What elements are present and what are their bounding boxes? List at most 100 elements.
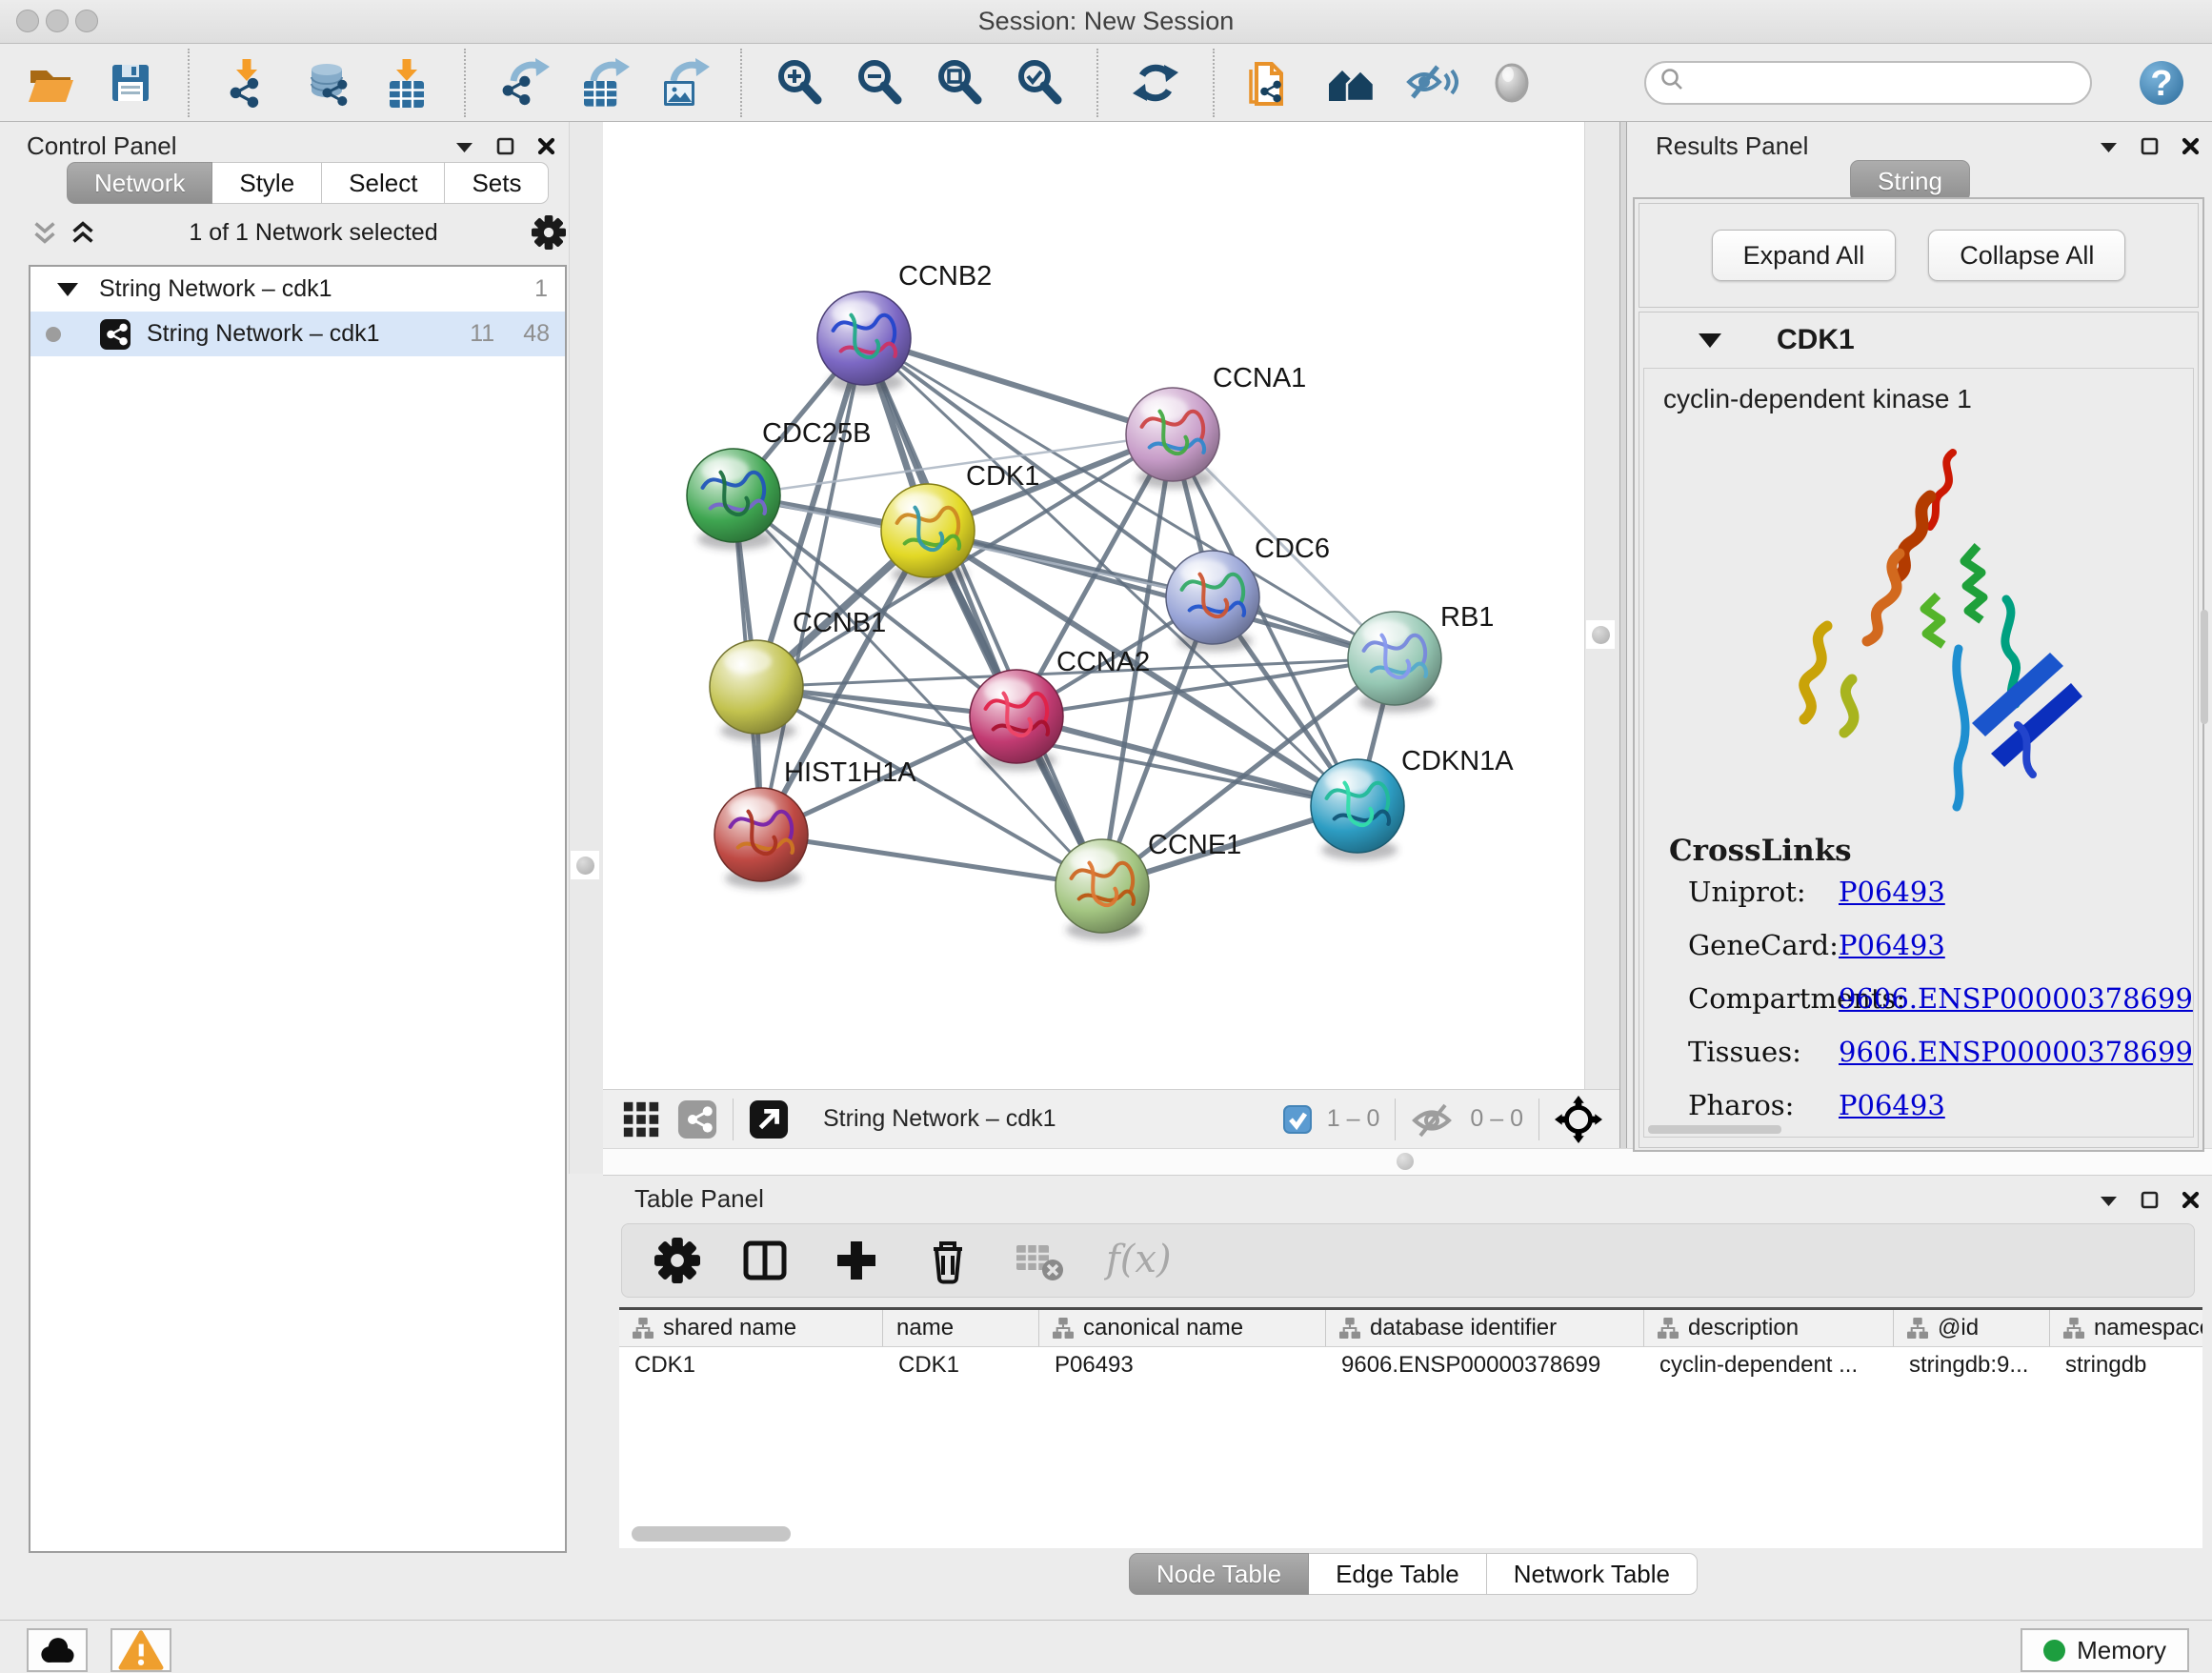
crosslink-link[interactable]: 9606.ENSP00000378699 <box>1839 982 2193 1015</box>
results-panel-window-controls[interactable] <box>2100 137 2200 155</box>
first-neighbors-icon[interactable] <box>1244 55 1299 111</box>
zoom-selected-icon[interactable] <box>1012 55 1067 111</box>
add-icon[interactable] <box>830 1234 883 1287</box>
menu-caret-icon[interactable] <box>2100 1193 2118 1208</box>
network-node-CCNE1[interactable] <box>1056 839 1149 940</box>
network-node-HIST1H1A[interactable] <box>714 788 808 889</box>
memory-button[interactable]: Memory <box>2021 1628 2189 1672</box>
table-header-row: shared name name canonical name database… <box>619 1310 2202 1347</box>
network-options-gear-icon[interactable] <box>532 215 566 250</box>
columns-icon[interactable] <box>738 1234 792 1287</box>
column-header-description[interactable]: description <box>1644 1310 1894 1346</box>
tab-edge-table[interactable]: Edge Table <box>1309 1553 1487 1595</box>
tab-node-table[interactable]: Node Table <box>1129 1553 1309 1595</box>
left-splitter[interactable] <box>569 122 604 1174</box>
results-vscroll[interactable] <box>2201 610 2208 724</box>
network-row-selected[interactable]: String Network – cdk1 11 48 <box>30 312 565 356</box>
network-node-CDC25B[interactable] <box>687 449 780 550</box>
tab-sets[interactable]: Sets <box>445 162 549 204</box>
menu-caret-icon[interactable] <box>2100 139 2118 154</box>
network-row-label: String Network – cdk1 <box>147 320 470 348</box>
fx-icon: f(x) <box>1104 1234 1180 1287</box>
collapse-all-button[interactable]: Collapse All <box>1928 230 2125 281</box>
close-icon[interactable] <box>2182 1191 2200 1209</box>
column-label: @id <box>1938 1315 1979 1341</box>
float-window-icon[interactable] <box>2141 1191 2159 1209</box>
homes-icon[interactable] <box>1324 55 1379 111</box>
left-splitter-toggle[interactable] <box>571 851 599 879</box>
table-row[interactable]: CDK1CDK1P064939606.ENSP00000378699cyclin… <box>619 1347 2202 1383</box>
save-icon[interactable] <box>103 55 158 111</box>
protein-section-header[interactable]: CDK1 <box>1639 312 2198 368</box>
crosslink-link[interactable]: P06493 <box>1839 1089 1945 1121</box>
network-node-RB1[interactable] <box>1348 612 1441 713</box>
search-input[interactable] <box>1692 69 2077 97</box>
float-window-icon[interactable] <box>2141 137 2159 155</box>
zoom-out-icon[interactable] <box>852 55 907 111</box>
import-table-icon[interactable] <box>379 55 434 111</box>
column-header-name[interactable]: name <box>883 1310 1039 1346</box>
table-hscroll[interactable] <box>632 1526 791 1542</box>
network-node-CCNB1[interactable] <box>710 640 803 741</box>
network-node-CCNA1[interactable] <box>1126 388 1219 489</box>
import-network-icon[interactable] <box>219 55 274 111</box>
menu-caret-icon[interactable] <box>455 139 473 154</box>
network-collection-row[interactable]: String Network – cdk1 1 <box>30 267 565 312</box>
trash-icon[interactable] <box>921 1234 975 1287</box>
close-icon[interactable] <box>2182 137 2200 155</box>
hidden-eye-icon[interactable] <box>1411 1098 1455 1141</box>
column-header-@id[interactable]: @id <box>1894 1310 2050 1346</box>
warnings-button[interactable] <box>111 1628 171 1672</box>
open-view-icon[interactable] <box>749 1099 789 1139</box>
selected-checkbox-icon[interactable] <box>1283 1105 1312 1134</box>
column-header-namespace[interactable]: namespace <box>2050 1310 2202 1346</box>
gear-icon[interactable] <box>654 1238 700 1283</box>
tab-select[interactable]: Select <box>322 162 445 204</box>
control-panel-window-controls[interactable] <box>455 137 555 155</box>
right-splitter[interactable] <box>1584 122 1621 1089</box>
float-window-icon[interactable] <box>496 137 514 155</box>
tab-network-table[interactable]: Network Table <box>1487 1553 1698 1595</box>
grid-view-icon[interactable] <box>620 1099 662 1140</box>
collapse-all-networks-icon[interactable] <box>32 220 57 245</box>
expand-all-networks-icon[interactable] <box>70 220 95 245</box>
column-header-shared-name[interactable]: shared name <box>619 1310 883 1346</box>
network-node-CDK1[interactable] <box>881 484 975 585</box>
table-panel-window-controls[interactable] <box>2100 1191 2200 1209</box>
table-splitter-handle[interactable] <box>1397 1153 1414 1170</box>
zoom-fit-icon[interactable] <box>932 55 987 111</box>
network-toolbar-left-icons <box>620 1099 789 1140</box>
collection-expander-icon[interactable] <box>57 283 78 296</box>
help-icon[interactable]: ? <box>2134 55 2189 111</box>
export-table-icon[interactable] <box>575 55 631 111</box>
crosslink-link[interactable]: P06493 <box>1839 876 1945 908</box>
refresh-icon[interactable] <box>1128 55 1183 111</box>
import-database-icon[interactable] <box>299 55 354 111</box>
column-header-database-identifier[interactable]: database identifier <box>1326 1310 1644 1346</box>
network-canvas[interactable]: CCNB2CCNA1CDC25BCDK1CDC6RB1CCNB1CCNA2CDK… <box>603 122 1584 1089</box>
expand-all-button[interactable]: Expand All <box>1712 230 1897 281</box>
right-splitter-toggle[interactable] <box>1586 620 1615 649</box>
tab-network[interactable]: Network <box>67 162 212 204</box>
fit-content-icon[interactable] <box>1555 1096 1602 1143</box>
tab-string[interactable]: String <box>1850 160 1970 202</box>
network-edge-CCNB2-CCNA1 <box>864 338 1173 434</box>
protein-expander-icon[interactable] <box>1699 333 1721 348</box>
export-network-icon[interactable] <box>495 55 551 111</box>
export-image-icon[interactable] <box>655 55 711 111</box>
hide-selected-icon[interactable] <box>1404 55 1459 111</box>
network-node-CCNA2[interactable] <box>970 670 1063 771</box>
results-splitter[interactable] <box>1619 122 1627 1174</box>
inspect-orb-icon[interactable] <box>1484 55 1539 111</box>
crosslink-link[interactable]: P06493 <box>1839 929 1945 961</box>
column-header-canonical-name[interactable]: canonical name <box>1039 1310 1326 1346</box>
close-icon[interactable] <box>537 137 555 155</box>
tab-style[interactable]: Style <box>212 162 322 204</box>
share-view-icon[interactable] <box>677 1099 717 1139</box>
cloud-button[interactable] <box>27 1628 88 1672</box>
protein-hscroll[interactable] <box>1648 1125 1781 1134</box>
zoom-in-icon[interactable] <box>772 55 827 111</box>
open-folder-icon[interactable] <box>23 55 78 111</box>
crosslink-link[interactable]: 9606.ENSP00000378699 <box>1839 1036 2193 1068</box>
network-node-CDKN1A[interactable] <box>1311 759 1404 860</box>
